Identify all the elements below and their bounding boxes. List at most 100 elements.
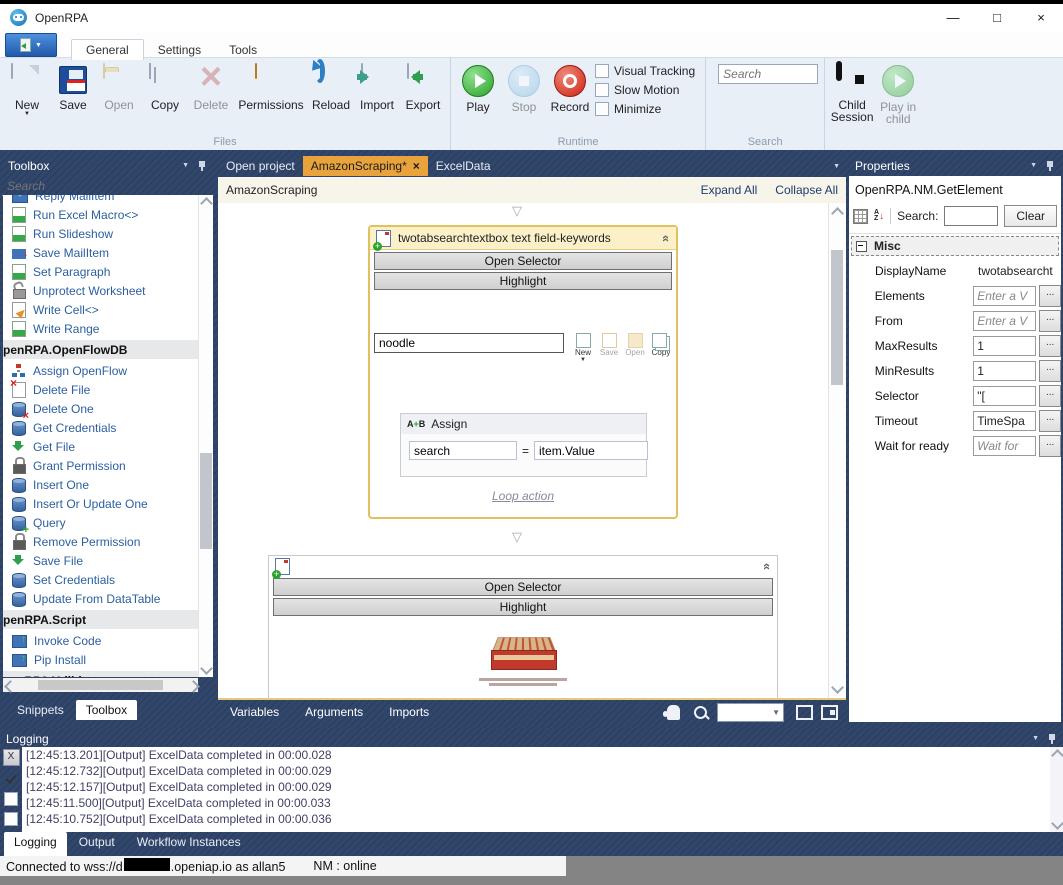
loop-action-link[interactable]: Loop action — [370, 489, 676, 503]
property-value-input[interactable]: twotabsearcht — [975, 261, 1061, 280]
property-value-input[interactable]: "[ — [973, 385, 1037, 406]
toolbox-item[interactable]: Query — [3, 513, 198, 536]
imports-button[interactable]: Imports — [389, 705, 429, 719]
log-checkbox[interactable] — [4, 792, 18, 806]
close-tab-icon[interactable]: × — [413, 159, 420, 173]
ellipsis-button[interactable]: ... — [1039, 434, 1061, 457]
toolbox-item[interactable]: Unprotect Worksheet — [3, 281, 198, 300]
highlight-button[interactable]: Highlight — [374, 272, 672, 290]
tab-amazonscraping[interactable]: AmazonScraping* × — [302, 156, 428, 176]
mini-new-button[interactable]: New ▼ — [572, 333, 594, 363]
assign-activity[interactable]: A+B Assign = — [400, 413, 649, 477]
category-misc[interactable]: Misc — [851, 236, 1059, 256]
play-button[interactable]: Play — [455, 60, 501, 113]
toolbox-item[interactable]: Write Cell<> — [3, 300, 198, 319]
toolbox-item[interactable]: Get File — [3, 437, 198, 456]
arguments-button[interactable]: Arguments — [305, 705, 363, 719]
tab-toolbox[interactable]: Toolbox — [75, 700, 138, 720]
log-checkbox[interactable] — [4, 812, 18, 826]
collapse-all-link[interactable]: Collapse All — [775, 183, 838, 197]
assign-to-input[interactable] — [409, 441, 517, 460]
runtime-checkbox[interactable]: Visual Tracking — [595, 64, 695, 78]
toolbox-item[interactable]: penRPA.Script — [3, 610, 198, 629]
pan-hand-icon[interactable] — [663, 704, 680, 720]
toolbox-hscrollbar[interactable] — [3, 678, 200, 693]
ellipsis-button[interactable]: ... — [1039, 284, 1061, 307]
property-value-input[interactable]: Wait for — [973, 435, 1037, 456]
chevron-down-icon[interactable]: ▼ — [1032, 735, 1039, 742]
stop-button[interactable]: Stop — [501, 60, 547, 113]
pin-icon[interactable] — [1047, 733, 1057, 745]
toolbox-item[interactable]: Remove Permission — [3, 532, 198, 551]
zoom-level-combobox[interactable]: ▼ — [717, 702, 784, 722]
toolbox-item[interactable]: penRPA.OpenFlowDB — [3, 340, 198, 359]
toolbox-item[interactable]: Set Paragraph — [3, 262, 198, 281]
toolbox-item[interactable]: Reply MailItem — [3, 195, 198, 205]
ellipsis-button[interactable]: ... — [1039, 359, 1061, 382]
toolbox-item[interactable]: Set Credentials — [3, 570, 198, 589]
reload-button[interactable]: Reload — [308, 59, 354, 111]
pin-icon[interactable] — [1045, 160, 1055, 172]
tab-exceldata[interactable]: ExcelData — [428, 156, 499, 176]
sort-az-icon[interactable]: A Z ↓ — [874, 209, 884, 222]
actual-size-icon[interactable] — [821, 704, 838, 720]
property-value-input[interactable]: 1 — [973, 335, 1037, 356]
ellipsis-button[interactable]: ... — [1039, 384, 1061, 407]
open-selector-button[interactable]: Open Selector — [273, 578, 773, 596]
collapse-chevron-icon[interactable]: « — [760, 562, 775, 569]
activity-second[interactable]: « Open Selector Highlight — [268, 555, 778, 698]
app-menu-button[interactable]: ▼ — [5, 33, 57, 57]
log-scrollbar[interactable] — [1050, 747, 1063, 832]
ellipsis-button[interactable]: ... — [1039, 409, 1061, 432]
collapse-box-icon[interactable] — [856, 240, 867, 252]
toolbox-item[interactable]: penRPA Utilities — [3, 671, 198, 677]
toolbox-item[interactable]: Delete One — [3, 399, 198, 422]
save-button[interactable]: Save — [50, 60, 96, 111]
fit-to-screen-icon[interactable] — [796, 704, 813, 720]
breadcrumb[interactable]: AmazonScraping — [226, 183, 317, 197]
export-button[interactable]: Export — [400, 60, 446, 111]
log-checkbox-checked[interactable] — [4, 772, 18, 786]
variables-button[interactable]: Variables — [230, 705, 279, 719]
tab-list-chevron-icon[interactable]: ▼ — [833, 163, 840, 170]
play-in-child-button[interactable]: Play in child — [875, 60, 921, 125]
clear-button[interactable]: Clear — [1004, 205, 1057, 227]
logging-tab[interactable]: Output — [69, 832, 125, 856]
tab-open-project[interactable]: Open project — [218, 156, 303, 176]
record-button[interactable]: Record — [547, 60, 593, 113]
designer-scrollbar[interactable] — [828, 203, 845, 698]
collapse-chevron-icon[interactable]: « — [659, 234, 674, 241]
toolbox-item[interactable]: Get Credentials — [3, 418, 198, 437]
toolbox-item[interactable]: Insert Or Update One — [3, 494, 198, 513]
toolbox-item[interactable]: Invoke Code — [3, 631, 198, 650]
toolbox-item[interactable]: Run Excel Macro<> — [3, 205, 198, 224]
mini-open-button[interactable]: Open — [624, 333, 646, 363]
toolbox-item[interactable]: Insert One — [3, 475, 198, 494]
close-button[interactable]: × — [1019, 5, 1063, 31]
toolbox-item[interactable]: Update From DataTable — [3, 589, 198, 608]
property-value-input[interactable]: 1 — [973, 360, 1037, 381]
permissions-button[interactable]: Permissions — [234, 60, 308, 111]
logging-tab[interactable]: Workflow Instances — [127, 832, 251, 856]
toolbox-item[interactable]: Write Range — [3, 319, 198, 338]
property-value-input[interactable]: Enter a V — [973, 285, 1037, 306]
toolbox-item[interactable]: Save File — [3, 551, 198, 570]
ellipsis-button[interactable]: ... — [1039, 309, 1061, 332]
toolbox-item[interactable]: Pip Install — [3, 650, 198, 669]
ellipsis-button[interactable]: ... — [1039, 334, 1061, 357]
activity-header[interactable]: twotabsearchtextbox text field-keywords … — [370, 227, 676, 251]
runtime-checkbox[interactable]: Slow Motion — [595, 83, 695, 97]
logging-tab[interactable]: Logging — [4, 832, 67, 856]
mini-save-button[interactable]: Save — [598, 333, 620, 363]
delete-button[interactable]: Delete — [188, 56, 234, 111]
tab-snippets[interactable]: Snippets — [7, 700, 74, 720]
open-button[interactable]: Open — [96, 60, 142, 111]
assign-value-input[interactable] — [534, 441, 649, 460]
properties-search-input[interactable] — [944, 206, 999, 226]
child-session-button[interactable]: Child Session — [829, 60, 875, 123]
toolbox-item[interactable]: Delete File — [3, 376, 198, 399]
selector-value-input[interactable] — [374, 333, 564, 353]
zoom-magnifier-icon[interactable] — [694, 705, 707, 719]
minimize-button[interactable]: — — [931, 5, 975, 31]
chevron-down-icon[interactable]: ▼ — [182, 162, 189, 169]
